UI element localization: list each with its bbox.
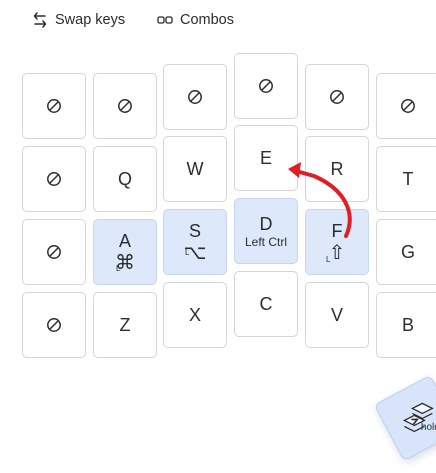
key-x[interactable]: X (163, 282, 227, 348)
dragged-hold-key[interactable]: hold (373, 374, 436, 462)
key-e[interactable]: E (234, 125, 298, 191)
key-none[interactable] (22, 73, 86, 139)
none-icon (330, 90, 344, 104)
key-q[interactable]: Q (93, 146, 157, 212)
key-none[interactable] (22, 146, 86, 212)
combos-label: Combos (180, 12, 234, 28)
key-label: C (259, 294, 273, 314)
keymap-editor: Swap keys Combos Q W E R T A ⌘ L S ⌥ L D… (0, 0, 436, 473)
key-d-left-ctrl[interactable]: D Left Ctrl (234, 198, 298, 264)
key-none[interactable] (22, 292, 86, 358)
none-icon (47, 99, 61, 113)
left-side-marker: L (326, 255, 331, 264)
key-label: R (330, 159, 344, 179)
key-label: F (331, 221, 343, 241)
key-label: X (188, 305, 201, 325)
combos-icon (157, 16, 173, 24)
key-label: G (400, 242, 415, 262)
none-icon (259, 79, 273, 93)
key-label: T (402, 169, 414, 189)
key-none[interactable] (163, 64, 227, 130)
key-none[interactable] (234, 53, 298, 119)
key-g[interactable]: G (376, 219, 436, 285)
none-icon (47, 318, 61, 332)
key-sublabel: Left Ctrl (244, 234, 287, 249)
key-label: B (401, 315, 414, 335)
swap-keys-label: Swap keys (55, 12, 126, 28)
swap-keys-button[interactable]: Swap keys (32, 8, 125, 32)
key-none[interactable] (22, 219, 86, 285)
key-none[interactable] (376, 73, 436, 139)
none-icon (47, 172, 61, 186)
key-label: V (330, 305, 343, 325)
key-none[interactable] (305, 64, 369, 130)
none-icon (47, 245, 61, 259)
key-label: S (188, 221, 201, 241)
key-v[interactable]: V (305, 282, 369, 348)
none-icon (118, 99, 132, 113)
left-side-marker: L (185, 248, 190, 257)
key-label: E (259, 148, 272, 168)
key-label: D (259, 213, 273, 234)
key-label: Q (117, 169, 132, 189)
key-t[interactable]: T (376, 146, 436, 212)
key-z[interactable]: Z (93, 292, 157, 358)
none-icon (401, 99, 415, 113)
hold-label: hold (420, 421, 436, 433)
none-icon (188, 90, 202, 104)
key-label: A (118, 231, 131, 251)
key-label: W (186, 159, 204, 179)
key-label: Z (119, 315, 131, 335)
key-w[interactable]: W (163, 136, 227, 202)
shift-icon: ⇧ (328, 240, 346, 264)
layer-stack-icon (402, 402, 434, 433)
swap-arrows-icon (33, 12, 47, 28)
key-none[interactable] (93, 73, 157, 139)
key-a-command-mod[interactable]: A ⌘ L (93, 219, 157, 285)
key-s-option-mod[interactable]: S ⌥ L (163, 209, 227, 275)
key-b[interactable]: B (376, 292, 436, 358)
key-c[interactable]: C (234, 271, 298, 337)
key-r[interactable]: R (305, 136, 369, 202)
key-f-shift-mod[interactable]: F ⇧ L (305, 209, 369, 275)
left-side-marker: L (116, 264, 121, 273)
combos-button[interactable]: Combos (157, 8, 234, 32)
